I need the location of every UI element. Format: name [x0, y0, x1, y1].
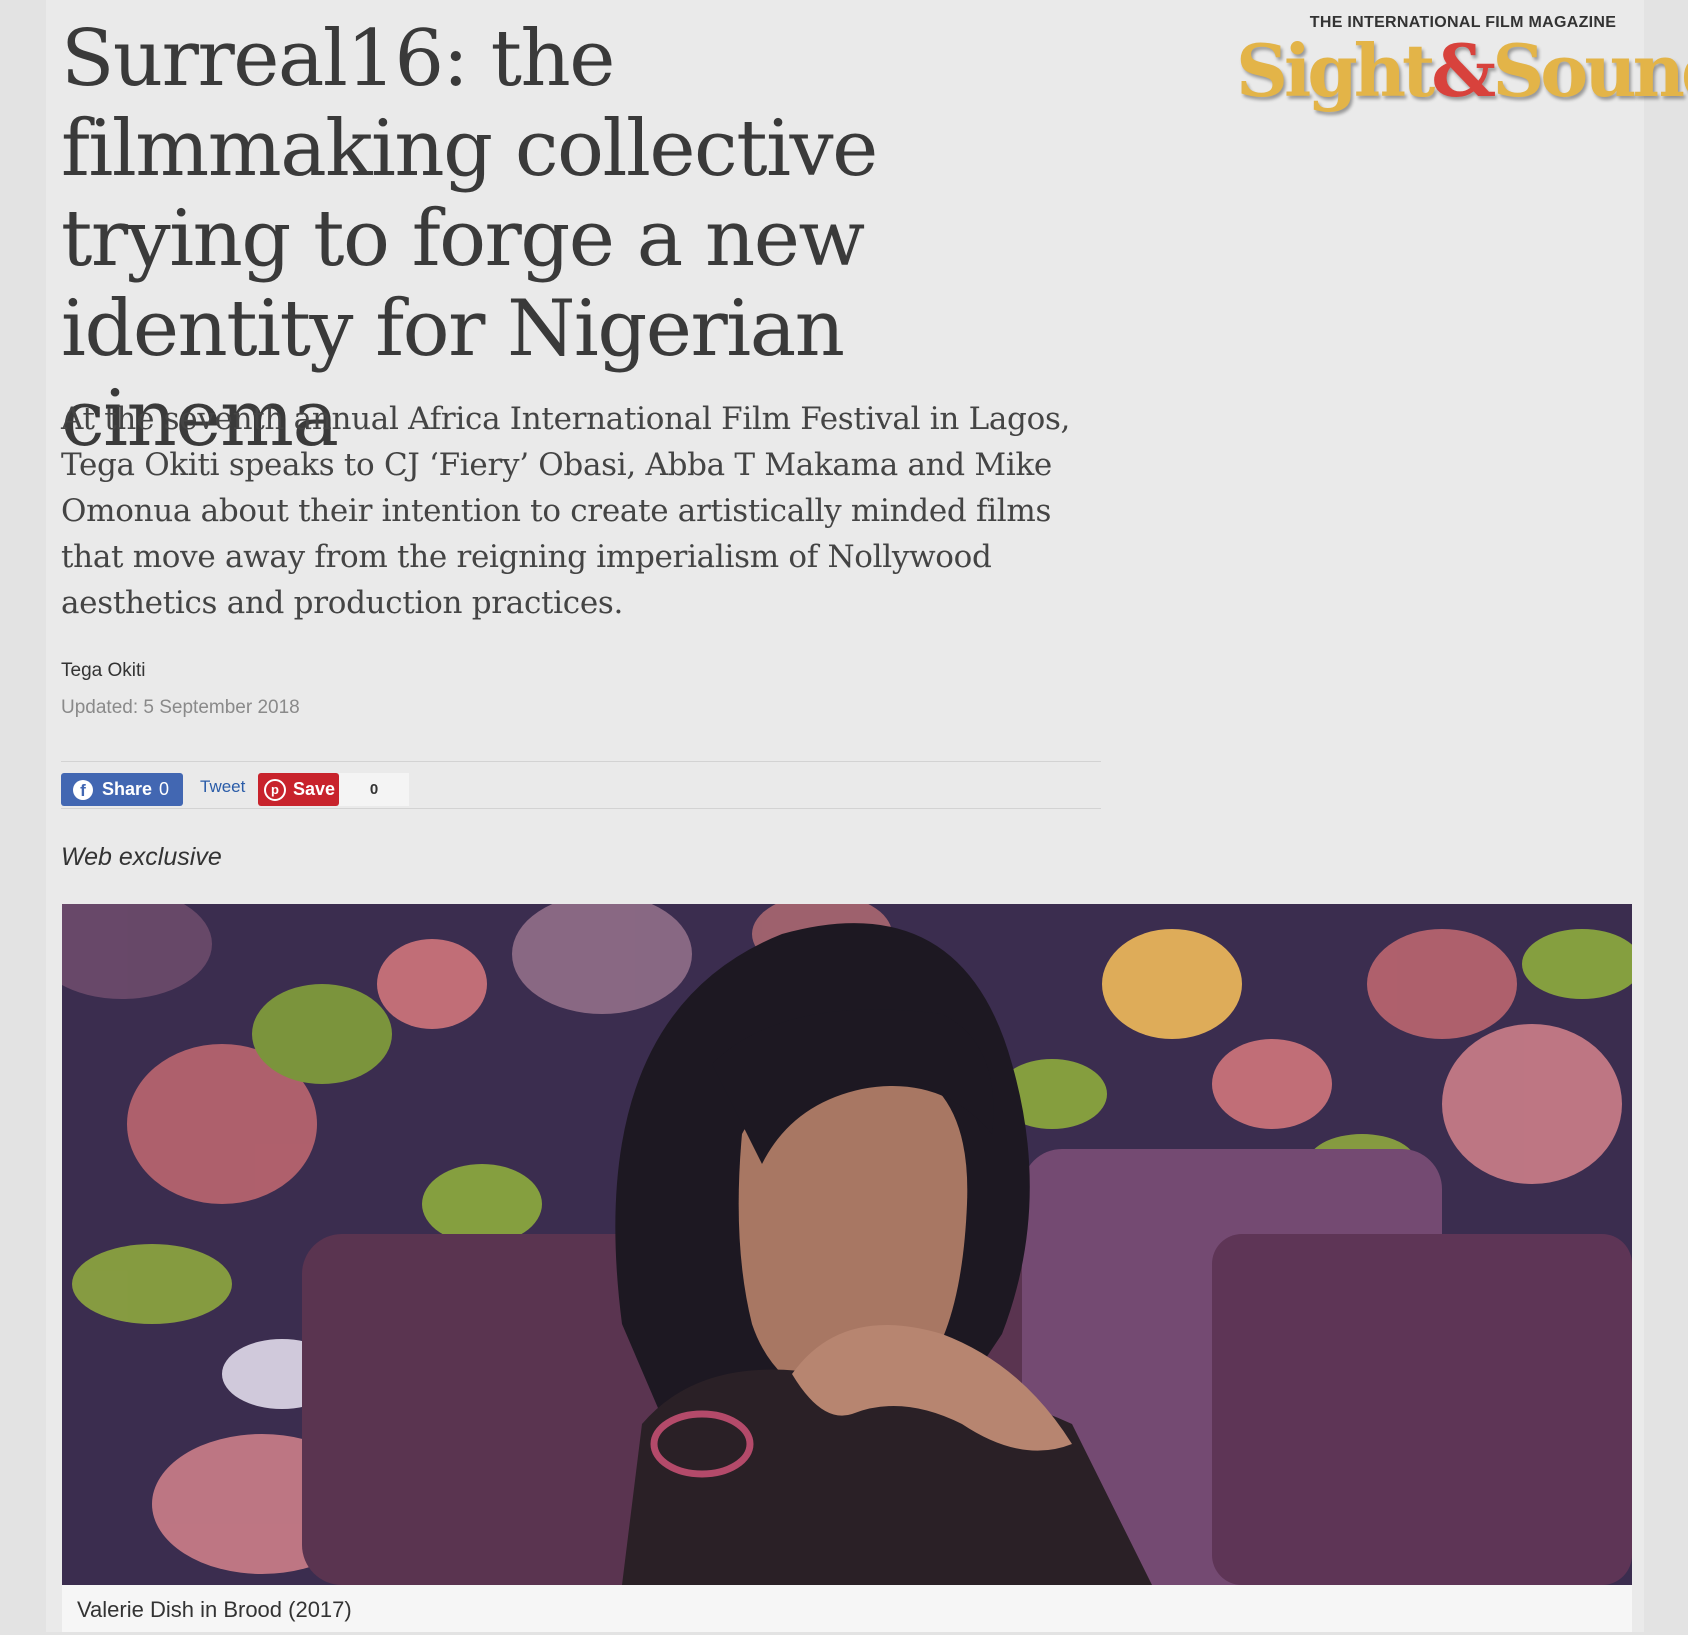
updated-date: Updated: 5 September 2018 — [61, 697, 300, 718]
web-exclusive-label: Web exclusive — [61, 843, 222, 871]
pinterest-save-label: Save — [293, 779, 336, 799]
share-bar-top-divider — [61, 761, 1101, 762]
share-bar-bottom-divider — [61, 808, 1101, 809]
pinterest-save-button[interactable]: p Save — [258, 773, 339, 806]
sight-and-sound-logo[interactable]: Sight&Sound — [1236, 28, 1688, 113]
facebook-share-button[interactable]: f Share 0 — [61, 773, 183, 806]
logo-ampersand: & — [1431, 28, 1496, 113]
tweet-button[interactable]: Tweet — [200, 777, 245, 797]
pinterest-icon: p — [264, 778, 286, 801]
article-standfirst: At the seventh annual Africa Internation… — [61, 401, 1071, 621]
hero-image-caption: Valerie Dish in Brood (2017) — [62, 1585, 1632, 1632]
pinterest-save-count: 0 — [339, 773, 409, 806]
logo-sound: Sound — [1492, 28, 1688, 113]
hero-image-illustration — [62, 904, 1632, 1585]
facebook-share-label: Share — [102, 779, 153, 799]
facebook-icon: f — [73, 779, 93, 800]
logo-sight: Sight — [1236, 28, 1435, 113]
facebook-share-count: 0 — [159, 779, 170, 799]
author-link[interactable]: Tega Okiti — [61, 660, 145, 682]
hero-image — [62, 904, 1632, 1585]
article-page: Surreal16: the filmmaking collective try… — [46, 0, 1688, 1632]
